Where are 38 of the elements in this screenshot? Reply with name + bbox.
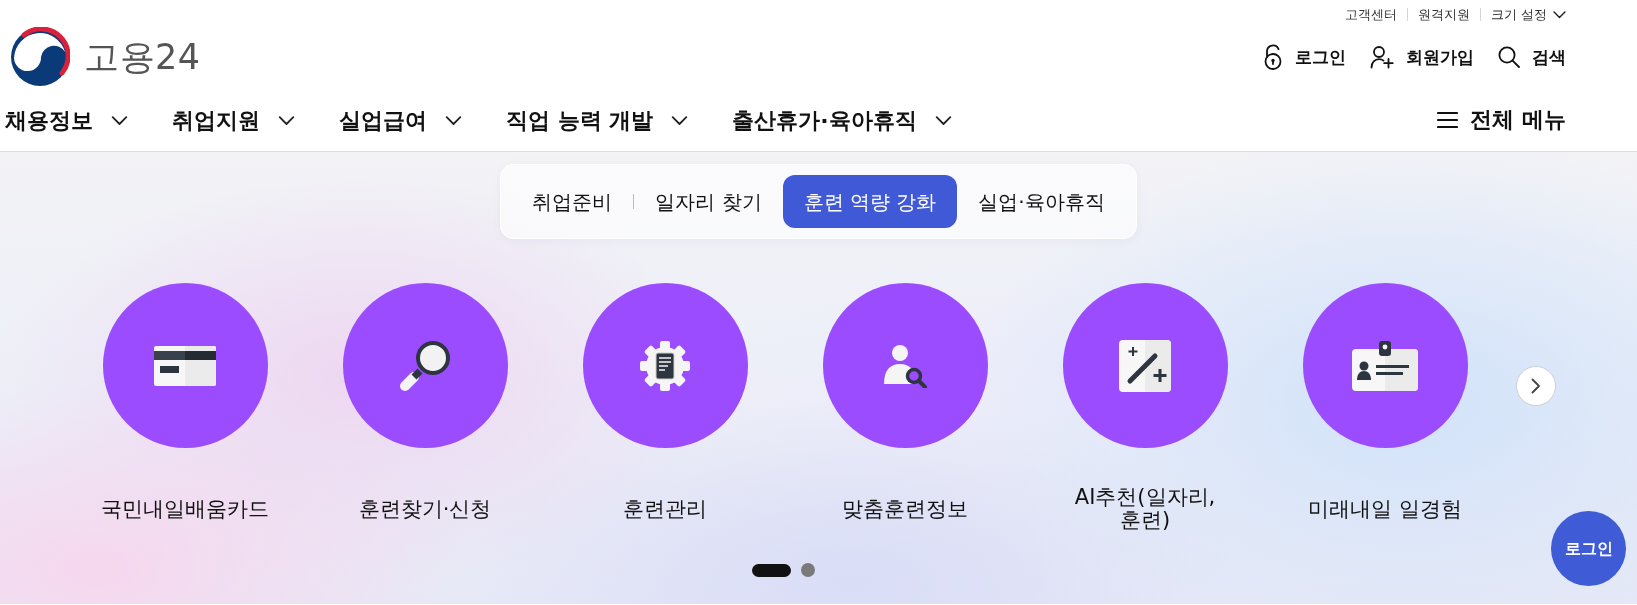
search-link[interactable]: 검색: [1498, 46, 1566, 68]
chevron-down-icon: [671, 116, 689, 127]
service-link[interactable]: 국민내일배움카드: [65, 283, 305, 539]
chevron-down-icon: [111, 116, 128, 127]
category-tab[interactable]: 실업·육아휴직: [957, 175, 1126, 228]
nav-menu-item[interactable]: 실업급여: [339, 108, 462, 135]
service-link[interactable]: 훈련관리: [545, 283, 785, 539]
nav-menu-item[interactable]: 취업지원: [172, 108, 295, 135]
nav-menu-item[interactable]: 출산휴가·육아휴직: [732, 108, 952, 135]
nav-menu-item[interactable]: 직업 능력 개발: [506, 108, 689, 135]
next-button[interactable]: [1516, 366, 1556, 406]
category-tab[interactable]: 훈련 역량 강화: [782, 175, 958, 228]
menu-icon: [1437, 111, 1459, 130]
chevron-down-icon: [934, 116, 952, 127]
chevron-down-icon: [1553, 10, 1566, 19]
nav-menu-item[interactable]: 채용정보: [5, 108, 128, 135]
chevron-down-icon: [445, 116, 462, 127]
utility-link[interactable]: 고객센터: [1344, 6, 1397, 23]
pagination-dot[interactable]: [800, 563, 815, 577]
signup-link[interactable]: 회원가입: [1370, 45, 1474, 69]
service-link[interactable]: 맞춤훈련정보: [785, 283, 1025, 539]
all-menu-button[interactable]: 전체 메뉴: [1437, 106, 1566, 134]
chevron-down-icon: [278, 116, 295, 127]
logo-text[interactable]: 고용24: [84, 37, 201, 77]
person-plus-icon: [1370, 45, 1394, 69]
floating-login-button[interactable]: 로그인: [1551, 511, 1626, 586]
service-link[interactable]: AI추천(일자리, 훈련): [1025, 283, 1265, 539]
service-link[interactable]: 훈련찾기·신청: [305, 283, 545, 539]
service-link[interactable]: 미래내일 일경험: [1265, 283, 1505, 539]
emblem-icon: [10, 27, 70, 87]
size-setting-dropdown[interactable]: 크기 설정: [1490, 6, 1566, 23]
category-tab[interactable]: 취업준비: [511, 175, 634, 228]
chevron-right-icon: [1531, 378, 1541, 394]
utility-link[interactable]: 원격지원: [1417, 6, 1470, 23]
category-tab[interactable]: 일자리 찾기: [634, 175, 783, 228]
search-icon: [1498, 46, 1520, 68]
lock-icon: [1263, 44, 1283, 70]
login-link[interactable]: 로그인: [1263, 44, 1346, 70]
